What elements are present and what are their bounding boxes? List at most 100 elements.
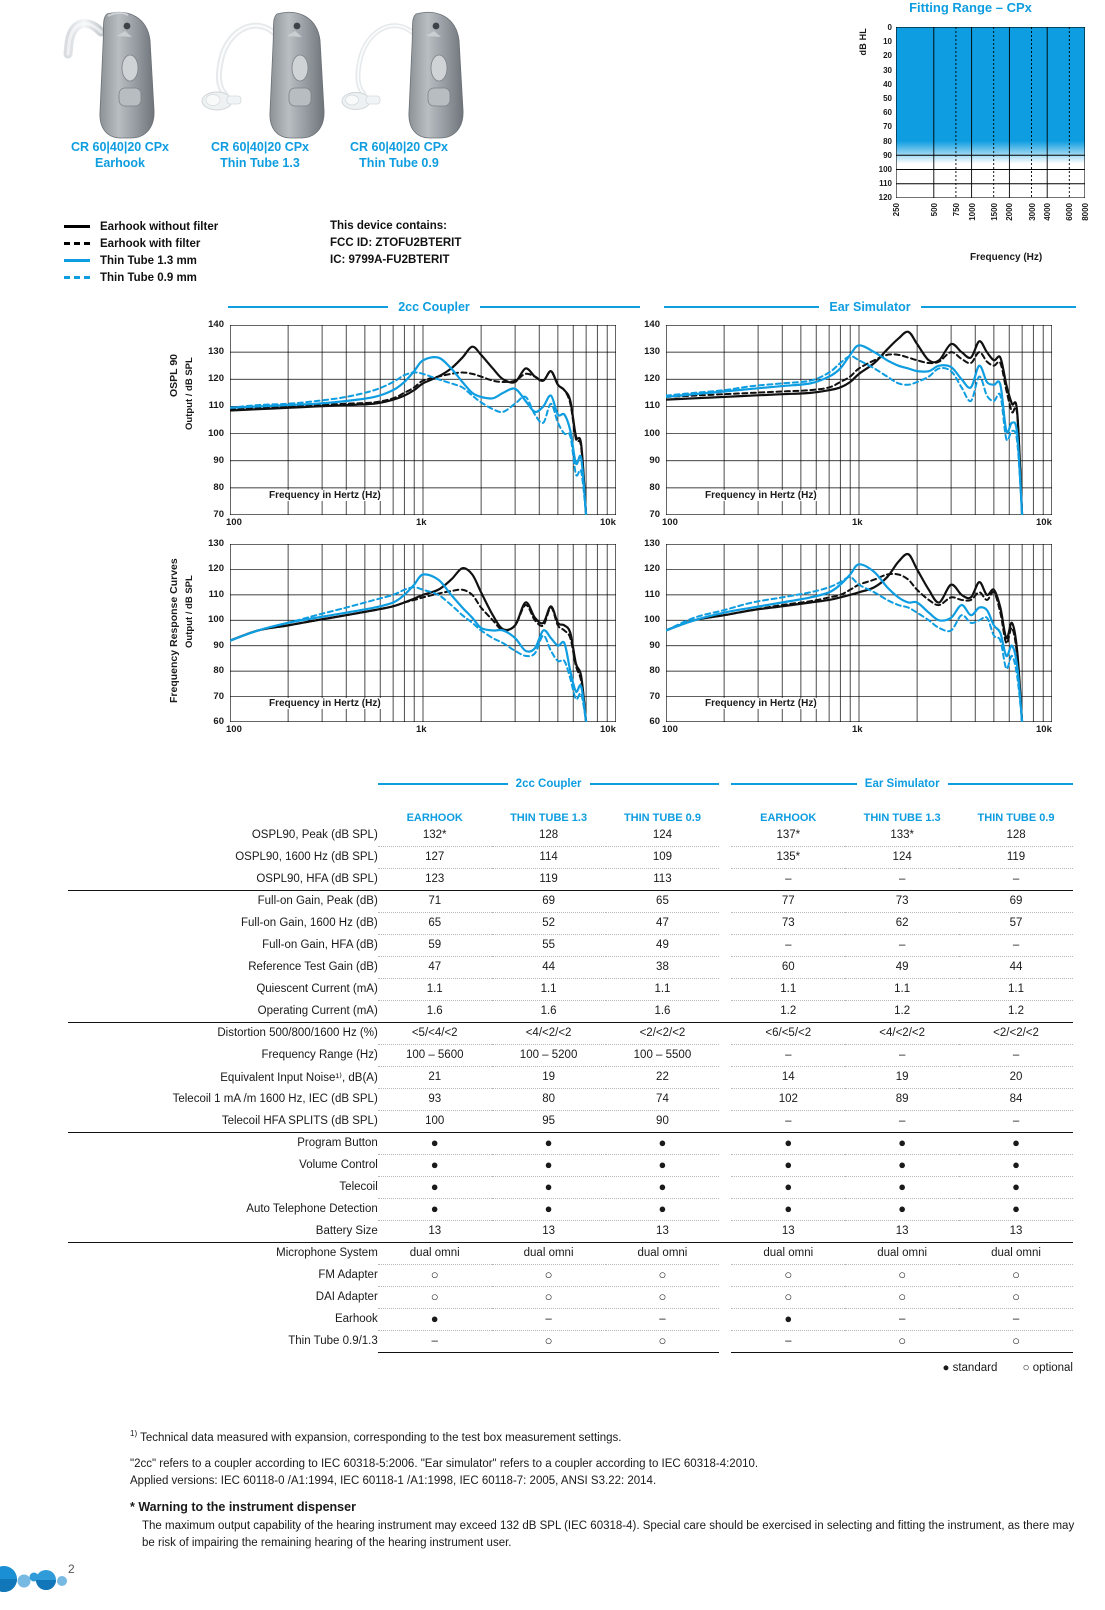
rule-right <box>947 783 1073 785</box>
spec-gap <box>719 934 731 956</box>
rule-left <box>664 306 820 308</box>
spec-cell: 74 <box>605 1088 720 1111</box>
hollow-dot-icon: ○ <box>658 1289 667 1304</box>
legend-row-earhook-no-filter: Earhook without filter <box>64 218 314 235</box>
spec-row-label: DAI Adapter <box>315 1291 378 1303</box>
spec-gap <box>719 1176 731 1198</box>
fitting-range-yticks: 0 10 20 30 40 50 60 70 80 90 100 110 120 <box>878 23 892 203</box>
spec-row: DAI Adapter ○ ○ ○ ○ ○ ○ <box>68 1286 1073 1309</box>
hollow-dot-icon: ○ <box>658 1333 667 1348</box>
spec-cell: 1.1 <box>959 978 1073 1001</box>
filled-dot-icon: ● <box>544 1135 553 1150</box>
spec-row-label: Equivalent Input Noise¹⁾, dB(A) <box>220 1072 378 1084</box>
section-header-2cc-top: 2cc Coupler <box>228 298 640 316</box>
filled-dot-icon: ● <box>898 1135 907 1150</box>
spec-gap <box>719 1132 731 1154</box>
section-label-2cc: 2cc Coupler <box>398 300 470 314</box>
chart1-inner-xlabel: Frequency in Hertz (Hz) <box>266 490 384 501</box>
spec-cell: 124 <box>605 824 720 847</box>
spec-cell: – <box>731 1044 846 1067</box>
fitting-range-title: Fitting Range – CPx <box>909 0 1032 15</box>
spec-group-header-row: 2cc Coupler Ear Simulator <box>68 770 1073 798</box>
filled-dot-icon: ● <box>430 1311 439 1326</box>
spec-cell: ● <box>959 1132 1073 1155</box>
spec-cell: 119 <box>959 846 1073 869</box>
filled-dot-icon: ● <box>430 1157 439 1172</box>
spec-cell: – <box>377 1330 492 1353</box>
spec-cell: – <box>959 934 1073 957</box>
spec-row: Full-on Gain, Peak (dB) 71 69 65 77 73 69 <box>68 890 1073 913</box>
warning-body: The maximum output capability of the hea… <box>142 1519 1075 1549</box>
spec-gap <box>719 1242 731 1264</box>
spec-group-header-2cc: 2cc Coupler <box>377 770 720 798</box>
spec-cell: 1.6 <box>605 1000 720 1023</box>
spec-column-header: EARHOOK <box>760 812 817 824</box>
section-header-ear-sim-top: Ear Simulator <box>664 298 1076 316</box>
spec-row: Quiescent Current (mA) 1.1 1.1 1.1 1.1 1.1 1.1 <box>68 978 1073 1001</box>
rule-left <box>731 783 857 785</box>
spec-group-label: 2cc Coupler <box>515 778 582 790</box>
filled-dot-icon: ● <box>658 1179 667 1194</box>
spec-cell: ● <box>845 1176 960 1199</box>
product-caption-3: CR 60|40|20 CPx Thin Tube 0.9 <box>319 139 479 171</box>
spec-cell: ○ <box>491 1264 606 1287</box>
spec-cell: 127 <box>377 846 492 869</box>
spec-row-label: OSPL90, 1600 Hz (dB SPL) <box>235 851 378 863</box>
legend-label-2: Thin Tube 1.3 mm <box>100 254 197 267</box>
spec-cell: <2/<2/<2 <box>605 1022 720 1045</box>
spec-cell: 135* <box>731 846 846 869</box>
product-caption-2-line1: CR 60|40|20 CPx <box>210 140 310 154</box>
spec-cell: ● <box>491 1132 606 1155</box>
filled-dot-icon: ● <box>784 1179 793 1194</box>
spec-row-label: OSPL90, HFA (dB SPL) <box>68 868 378 891</box>
spec-gap <box>719 1330 731 1352</box>
spec-gap <box>719 846 731 868</box>
spec-gap <box>719 868 732 891</box>
hollow-dot-icon: ○ <box>544 1333 553 1348</box>
spec-cell: 100 – 5500 <box>605 1044 720 1067</box>
spec-row-label: Program Button <box>297 1137 378 1150</box>
spec-gap <box>719 1220 732 1243</box>
spec-cell: ● <box>731 1198 846 1221</box>
ospl90-group-label: OSPL 90 <box>168 354 180 397</box>
filled-dot-icon: ● <box>430 1201 439 1216</box>
fitting-range-chart: Fitting Range – CPx dB HL 0 10 20 30 40 50 60 7… <box>830 0 1105 290</box>
spec-cell: 109 <box>605 846 720 869</box>
chart4-xtick-100: 100 <box>662 724 678 735</box>
spec-row: Telecoil 1 mA /m 1600 Hz, IEC (dB SPL) 93… <box>68 1088 1073 1111</box>
spec-cell: – <box>959 1308 1073 1331</box>
product-caption-3-line1: CR 60|40|20 CPx <box>349 140 449 154</box>
spec-cell: 73 <box>731 912 846 935</box>
spec-cell: 137* <box>731 824 846 847</box>
hollow-dot-icon: ○ <box>658 1267 667 1282</box>
brand-dots-logo <box>0 1560 70 1596</box>
chart1-xtick-10k: 10k <box>600 517 616 528</box>
filled-dot-icon: ● <box>784 1311 793 1326</box>
spec-row-label: Volume Control <box>299 1159 378 1171</box>
chart3-inner-xlabel: Frequency in Hertz (Hz) <box>266 698 384 709</box>
spec-cell: 60 <box>731 956 846 979</box>
spec-row: Reference Test Gain (dB) 47 44 38 60 49 44 <box>68 956 1073 979</box>
spec-cell: 52 <box>491 912 606 935</box>
spec-column-header: THIN TUBE 1.3 <box>863 812 941 824</box>
spec-cell: dual omni <box>605 1242 720 1265</box>
spec-cell: ● <box>731 1176 846 1199</box>
spec-cell: 95 <box>491 1110 606 1133</box>
product-caption-2: CR 60|40|20 CPx Thin Tube 1.3 <box>180 139 340 171</box>
spec-cell: 100 <box>377 1110 492 1133</box>
spec-row-label: Full-on Gain, Peak (dB) <box>257 895 378 908</box>
spec-cell: 1.6 <box>491 1000 606 1023</box>
spec-gap <box>719 890 731 912</box>
filled-dot-icon: ● <box>544 1157 553 1172</box>
hollow-dot-icon: ○ <box>784 1289 793 1304</box>
spec-cell: 65 <box>377 912 492 935</box>
spec-cell: 47 <box>605 912 720 935</box>
spec-column-header: THIN TUBE 0.9 <box>977 812 1055 824</box>
spec-cell: <2/<2/<2 <box>959 1022 1073 1045</box>
spec-cell: 1.1 <box>605 978 720 1001</box>
spec-cell: 89 <box>845 1088 960 1111</box>
spec-row-label: Thin Tube 0.9/1.3 <box>288 1335 378 1347</box>
filled-dot-icon: ● <box>658 1201 667 1216</box>
spec-cell: ● <box>491 1176 606 1199</box>
legend-label-0: Earhook without filter <box>100 220 219 233</box>
